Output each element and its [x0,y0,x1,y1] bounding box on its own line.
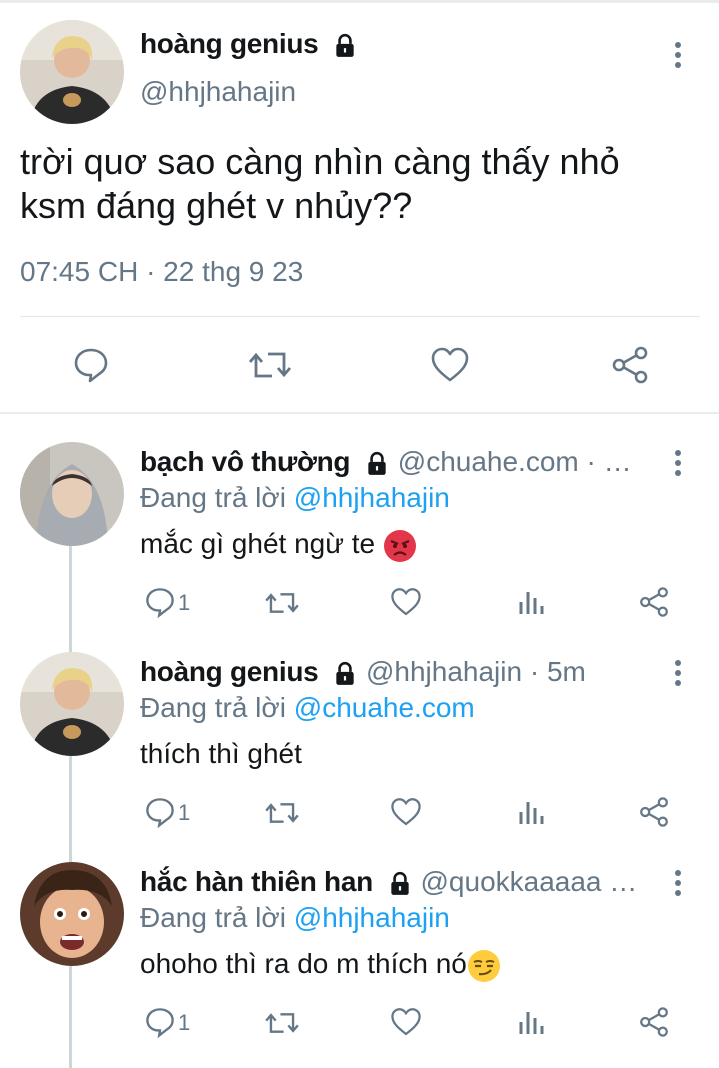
reply-author[interactable]: bạch vô thường @chuahe.com · … [140,446,632,478]
retweet-button[interactable] [264,798,300,833]
reply-author-name: hắc hàn thiên han [140,866,373,897]
like-icon [391,1008,421,1036]
share-button[interactable] [610,346,650,389]
like-button[interactable] [390,1006,422,1043]
thread-line [69,838,72,862]
thread-line [69,626,72,652]
tweet-author-name[interactable]: hoàng genius [140,28,358,60]
replying-prefix: Đang trả lời [140,902,286,933]
share-icon [640,587,668,617]
reply-tweet[interactable]: hắc hàn thiên han @quokkaaaaa … Đang trả… [0,838,719,1068]
replying-to: Đang trả lời @chuahe.com [140,692,475,724]
replying-to: Đang trả lời @hhjhahajin [140,902,450,934]
replying-prefix: Đang trả lời [140,692,286,723]
retweet-icon [265,593,299,613]
analytics-icon [519,802,544,824]
like-icon [431,347,469,382]
analytics-button[interactable] [518,588,546,621]
analytics-button[interactable] [518,1008,546,1041]
reply-tweet[interactable]: bạch vô thường @chuahe.com · … Đang trả … [0,414,719,626]
reply-icon [146,1008,174,1039]
analytics-icon [519,592,544,614]
thread-line [69,756,72,838]
smirking-face-icon [467,949,500,982]
replying-to-link[interactable]: @hhjhahajin [294,902,450,933]
reply-author[interactable]: hắc hàn thiên han @quokkaaaaa … [140,866,637,898]
reply-text-content: mắc gì ghét ngừ te [140,528,376,559]
tweet-text-line: trời quơ sao càng nhìn càng thấy nhỏ [20,141,620,182]
retweet-icon [265,1013,299,1033]
author-name-text: hoàng genius [140,28,319,59]
tweet-author-handle[interactable]: @hhjhahajin [140,76,296,108]
tweet-text: trời quơ sao càng nhìn càng thấy nhỏ ksm… [20,140,700,228]
replying-to-link[interactable]: @hhjhahajin [294,482,450,513]
reply-text: thích thì ghét [140,738,302,770]
reply-button[interactable] [144,1006,176,1043]
replying-to: Đang trả lời @hhjhahajin [140,482,450,514]
like-icon [391,798,421,826]
more-options-icon[interactable] [673,870,683,900]
reply-author[interactable]: hoàng genius @hhjhahajin · 5m [140,656,586,688]
thread-line [69,546,72,626]
share-button[interactable] [638,586,670,623]
reply-button[interactable] [144,586,176,623]
angry-face-icon [383,529,416,562]
reply-button[interactable] [144,796,176,833]
share-icon [612,346,648,384]
reply-text-content: thích thì ghét [140,738,302,769]
share-button[interactable] [638,796,670,833]
like-button[interactable] [390,586,422,623]
share-button[interactable] [638,1006,670,1043]
divider [20,316,700,317]
more-options-icon[interactable] [673,660,683,690]
share-icon [640,1007,668,1037]
reply-count: 1 [178,1010,191,1035]
analytics-button[interactable] [518,798,546,831]
thread-line [69,966,72,1068]
retweet-button[interactable] [264,588,300,623]
more-options-icon[interactable] [673,42,683,72]
reply-button[interactable] [72,346,110,389]
reply-handle-meta: @chuahe.com · … [397,446,632,477]
reply-author-name: bạch vô thường [140,446,351,477]
avatar[interactable] [20,652,124,756]
avatar[interactable] [20,442,124,546]
like-icon [391,588,421,616]
replying-to-link[interactable]: @chuahe.com [294,692,475,723]
retweet-icon [248,352,292,378]
main-tweet: hoàng genius @hhjhahajin trời quơ sao cà… [0,0,719,412]
reply-text: ohoho thì ra do m thích nó [140,948,501,983]
lock-icon [336,661,354,685]
reply-tweet[interactable]: hoàng genius @hhjhahajin · 5m Đang trả l… [0,626,719,838]
lock-icon [391,871,409,895]
reply-text: mắc gì ghét ngừ te [140,528,417,563]
reply-icon [146,588,174,619]
reply-count: 1 [178,800,191,825]
reply-count: 1 [178,590,191,615]
reply-icon [146,798,174,829]
tweet-timestamp[interactable]: 07:45 CH · 22 thg 9 23 [20,256,303,288]
avatar[interactable] [20,20,124,124]
retweet-icon [265,803,299,823]
lock-icon [336,33,354,57]
reply-handle-meta: @quokkaaaaa … [420,866,638,897]
reply-icon [74,348,108,383]
lock-icon [368,451,386,475]
reply-text-content: ohoho thì ra do m thích nó [140,948,467,979]
reply-author-name: hoàng genius [140,656,319,687]
tweet-text-line: ksm đáng ghét v nhủy?? [20,185,413,226]
analytics-icon [519,1012,544,1034]
retweet-button[interactable] [248,346,292,389]
more-options-icon[interactable] [673,450,683,480]
share-icon [640,797,668,827]
replying-prefix: Đang trả lời [140,482,286,513]
retweet-button[interactable] [264,1008,300,1043]
avatar[interactable] [20,862,124,966]
reply-handle-meta: @hhjhahajin · 5m [365,656,586,687]
like-button[interactable] [390,796,422,833]
like-button[interactable] [430,346,470,389]
